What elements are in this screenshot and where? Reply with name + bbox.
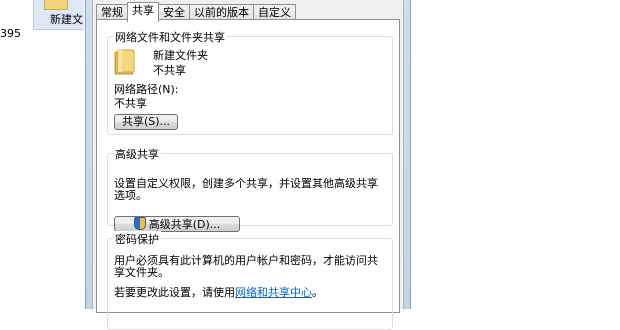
folder-icon bbox=[44, 0, 68, 10]
network-sharing-center-link[interactable]: 网络和共享中心 bbox=[235, 286, 312, 299]
password-protection-group: 密码保护 用户必须具有此计算机的用户帐户和密码，才能访问共享文件夹。 若要更改此… bbox=[107, 231, 393, 330]
folder-share-status: 不共享 bbox=[153, 64, 186, 77]
tab-strip: 常规 共享 安全 以前的版本 自定义 bbox=[96, 2, 296, 22]
uac-shield-icon bbox=[133, 217, 146, 230]
change-setting-suffix: 。 bbox=[312, 286, 323, 299]
advanced-sharing-description: 设置自定义权限，创建多个共享，并设置其他高级共享选项。 bbox=[114, 177, 378, 202]
advanced-sharing-title: 高级共享 bbox=[113, 146, 161, 162]
change-setting-text: 若要更改此设置，请使用网络和共享中心。 bbox=[114, 287, 384, 299]
network-sharing-title: 网络文件和文件夹共享 bbox=[113, 29, 227, 45]
share-button[interactable]: 共享(S)... bbox=[114, 114, 178, 130]
password-protection-title: 密码保护 bbox=[113, 231, 161, 247]
properties-dialog: 常规 共享 安全 以前的版本 自定义 网络文件和文件夹共享 新建文件夹 不共享 … bbox=[92, 0, 404, 330]
folder-label: 新建文 bbox=[50, 13, 83, 26]
item-number: 395 bbox=[0, 27, 21, 40]
advanced-sharing-group: 高级共享 设置自定义权限，创建多个共享，并设置其他高级共享选项。 高级共享(D)… bbox=[107, 146, 393, 232]
advanced-sharing-button-label: 高级共享(D)... bbox=[148, 218, 221, 231]
password-protection-description: 用户必须具有此计算机的用户帐户和密码，才能访问共享文件夹。 bbox=[114, 254, 378, 279]
folder-icon bbox=[114, 49, 135, 75]
change-setting-prefix: 若要更改此设置，请使用 bbox=[114, 286, 235, 299]
sharing-panel: 网络文件和文件夹共享 新建文件夹 不共享 网络路径(N): 不共享 共享(S).… bbox=[96, 19, 400, 330]
network-path-value: 不共享 bbox=[114, 97, 147, 110]
explorer-background: 新建文 395 bbox=[0, 0, 85, 309]
tab-sharing[interactable]: 共享 bbox=[127, 2, 159, 22]
folder-name: 新建文件夹 bbox=[153, 49, 208, 62]
advanced-sharing-button[interactable]: 高级共享(D)... bbox=[114, 216, 240, 232]
network-sharing-group: 网络文件和文件夹共享 新建文件夹 不共享 网络路径(N): 不共享 共享(S).… bbox=[107, 29, 393, 135]
